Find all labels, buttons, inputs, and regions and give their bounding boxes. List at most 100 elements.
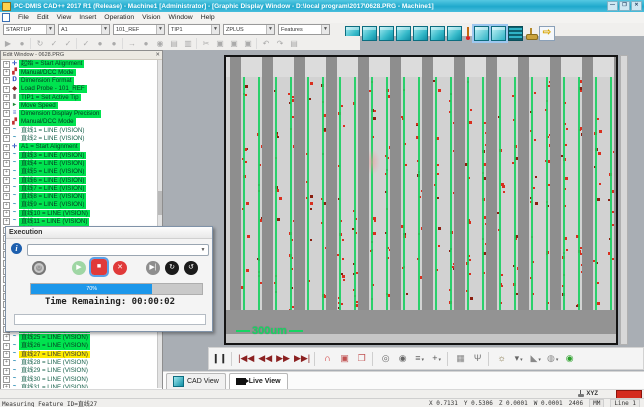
cube-front-view-icon[interactable]	[362, 26, 377, 41]
expander-icon[interactable]: +	[3, 94, 10, 101]
image-icon[interactable]: ▦	[453, 351, 468, 366]
expander-icon[interactable]: +	[3, 384, 10, 388]
cube-bottom-view-icon[interactable]	[413, 26, 428, 41]
tree-item[interactable]: +▞Manual/DCC Mode	[2, 68, 157, 76]
quick-start-arrow-icon[interactable]: ⇨	[539, 26, 555, 41]
expander-icon[interactable]: +	[3, 127, 10, 134]
record-icon[interactable]: ●	[16, 38, 28, 49]
expander-icon[interactable]: +	[3, 77, 10, 84]
stop-button[interactable]: ■	[91, 259, 107, 275]
tree-item[interactable]: +~直线1 = LINE (VISION)	[2, 126, 157, 134]
tree-item[interactable]: +~直线2 = LINE (VISION)	[2, 135, 157, 143]
tree-item[interactable]: +~直线4 = LINE (VISION)	[2, 160, 157, 168]
undo-icon[interactable]: ↶	[256, 38, 272, 49]
expander-icon[interactable]: +	[3, 368, 10, 375]
expander-icon[interactable]: +	[3, 119, 10, 126]
cube-rotate-view-icon[interactable]	[447, 26, 462, 41]
menu-operation[interactable]: Operation	[100, 14, 138, 21]
machine-commands-button[interactable]: ◌	[32, 261, 46, 275]
expander-icon[interactable]: +	[3, 334, 10, 341]
expander-icon[interactable]: +	[3, 160, 10, 167]
menu-vision[interactable]: Vision	[138, 14, 164, 21]
redo-icon[interactable]: ↷	[274, 38, 286, 49]
double-check-icon[interactable]: ✓	[62, 38, 74, 49]
point-icon[interactable]: ●	[140, 38, 152, 49]
menu-insert[interactable]: Insert	[75, 14, 100, 21]
tree-item[interactable]: +✛起始 = Start Alignment	[2, 60, 157, 68]
tree-item[interactable]: +~直线3 = LINE (VISION)	[2, 151, 157, 159]
re-measure-button[interactable]: ↺	[184, 261, 198, 275]
tree-item[interactable]: +~直线31 = LINE (VISION)	[2, 384, 157, 388]
tree-item[interactable]: +~直线9 = LINE (VISION)	[2, 201, 157, 209]
cube-right-view-icon[interactable]	[430, 26, 445, 41]
execution-combo[interactable]: ▼	[27, 244, 209, 256]
skip-button[interactable]: ▶|	[146, 261, 160, 275]
close-icon[interactable]: ✕	[155, 52, 160, 58]
illumination-icon[interactable]: Ψ	[470, 351, 485, 366]
expander-icon[interactable]: +	[3, 351, 10, 358]
tree-item[interactable]: +~直线6 = LINE (VISION)	[2, 176, 157, 184]
expander-icon[interactable]: +	[3, 210, 10, 217]
workplane-combo[interactable]: ZPLUS▼	[223, 24, 275, 35]
title-bar[interactable]: PC-DMIS CAD++ 2017 R1 (Release) - Machin…	[0, 0, 644, 12]
snapshot-icon[interactable]: ▣	[337, 351, 352, 366]
goto-icon[interactable]: →	[122, 38, 138, 49]
tree-item[interactable]: +~直线28 = LINE (VISION)	[2, 359, 157, 367]
expander-icon[interactable]: +	[3, 69, 10, 76]
probe-file-combo[interactable]: 101_REF▼	[113, 24, 165, 35]
tree-item[interactable]: +~直线7 = LINE (VISION)	[2, 184, 157, 192]
menu-view[interactable]: View	[53, 14, 76, 21]
cube-wireframe-view-icon[interactable]	[491, 26, 506, 41]
alignment-combo[interactable]: STARTUP▼	[3, 24, 55, 35]
find-icon[interactable]: ◉	[154, 38, 166, 49]
print-icon[interactable]: ▤	[288, 38, 300, 49]
top-light-icon[interactable]: ☼	[494, 351, 509, 366]
pause-icon[interactable]: ❙❙	[211, 351, 228, 366]
restore-button[interactable]: ❐	[619, 1, 630, 11]
joystick-icon[interactable]	[525, 27, 537, 40]
expander-icon[interactable]: +	[3, 185, 10, 192]
erase-hits-button[interactable]: ↻	[165, 261, 179, 275]
prev-step-icon[interactable]: ◀◀	[257, 351, 273, 366]
next-step-icon[interactable]: ▶▶	[275, 351, 291, 366]
tree-item[interactable]: +𝐃Dimension Format	[2, 77, 157, 85]
menu-file[interactable]: File	[14, 14, 33, 21]
first-step-icon[interactable]: |◀◀	[237, 351, 255, 366]
minimize-button[interactable]: —	[607, 1, 618, 11]
camera-scrollbar[interactable]	[620, 55, 628, 345]
expander-icon[interactable]: +	[3, 359, 10, 366]
command-mode-icon[interactable]: ▥	[182, 38, 194, 49]
expander-icon[interactable]: +	[3, 152, 10, 159]
coax-light-icon[interactable]: ◍▾	[545, 351, 560, 366]
execution-message-field[interactable]	[14, 314, 206, 325]
cube-left-view-icon[interactable]	[379, 26, 394, 41]
tree-item[interactable]: +~直线29 = LINE (VISION)	[2, 367, 157, 375]
detach-window-icon[interactable]: ❐	[354, 351, 369, 366]
copy-icon[interactable]: ▣	[214, 38, 226, 49]
gage-settings-icon[interactable]: ≡▾	[412, 351, 427, 366]
expander-icon[interactable]: +	[3, 218, 10, 225]
tree-item[interactable]: +▸Move Speed	[2, 101, 157, 109]
feature-combo[interactable]: Features▼	[278, 24, 330, 35]
last-step-icon[interactable]: ▶▶|	[293, 351, 311, 366]
probe-mode-icon[interactable]	[464, 27, 472, 40]
tree-item[interactable]: +~直线25 = LINE (VISION)	[2, 334, 157, 342]
back-light-icon[interactable]: ◣▾	[528, 351, 543, 366]
paste-pattern-icon[interactable]: ▣	[242, 38, 254, 49]
play-icon[interactable]: ▶	[2, 38, 14, 49]
expander-icon[interactable]: +	[3, 343, 10, 350]
expander-icon[interactable]: +	[3, 202, 10, 209]
expander-icon[interactable]: +	[3, 86, 10, 93]
cut-icon[interactable]: ✂	[196, 38, 212, 49]
tree-item[interactable]: +~直线8 = LINE (VISION)	[2, 193, 157, 201]
menu-help[interactable]: Help	[197, 14, 219, 21]
expander-icon[interactable]: +	[3, 177, 10, 184]
expander-icon[interactable]: +	[3, 376, 10, 383]
tree-item[interactable]: +~直线11 = LINE (VISION)	[2, 218, 157, 226]
check-icon[interactable]: ✓	[48, 38, 60, 49]
summary-mode-icon[interactable]: ▤	[168, 38, 180, 49]
grid-view-icon[interactable]	[508, 26, 523, 41]
tab-cad-view[interactable]: CAD View	[166, 373, 226, 389]
cube-shaded-view-icon[interactable]	[474, 26, 489, 41]
focus-zoom-icon[interactable]: ◉	[395, 351, 410, 366]
